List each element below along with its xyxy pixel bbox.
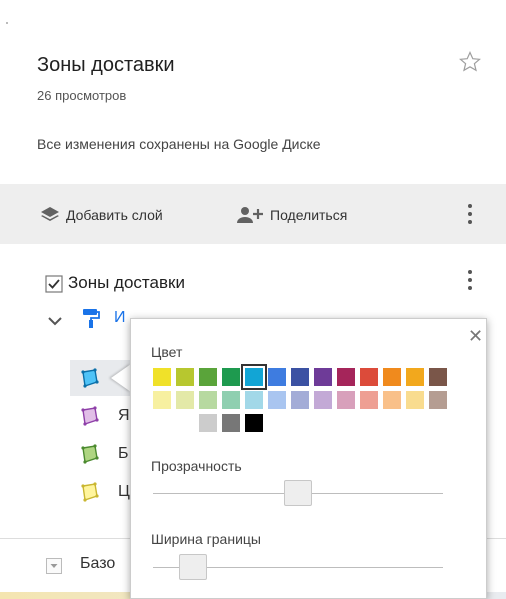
add-person-icon [237,207,263,223]
polygon-icon[interactable] [78,443,100,465]
corner-dot [6,22,8,24]
color-swatch[interactable] [383,391,401,409]
share-button[interactable]: Поделиться [236,204,347,226]
border-width-slider-handle[interactable] [179,554,208,580]
color-swatch[interactable] [176,368,194,386]
color-swatch[interactable] [153,391,171,409]
color-swatch[interactable] [291,391,309,409]
color-swatch[interactable] [337,391,355,409]
feature-label[interactable]: Я [118,407,130,425]
color-swatch[interactable] [153,368,171,386]
layers-icon [41,207,59,221]
save-status: Все изменения сохранены на Google Диске [37,136,321,152]
color-swatch[interactable] [199,368,217,386]
border-width-label: Ширина границы [151,531,261,547]
color-swatch[interactable] [314,368,332,386]
polygon-icon[interactable] [78,481,100,503]
color-swatch[interactable] [383,368,401,386]
color-swatch[interactable] [222,368,240,386]
opacity-label: Прозрачность [151,458,242,474]
color-swatch[interactable] [241,364,267,390]
popup-pointer [111,364,131,392]
map-title[interactable]: Зоны доставки [37,54,175,77]
layer-options-icon[interactable] [465,268,475,296]
paint-roller-icon[interactable] [82,307,100,329]
add-layer-label: Добавить слой [66,207,163,223]
map-options-icon[interactable] [465,202,475,230]
color-swatch[interactable] [291,368,309,386]
polygon-icon[interactable] [78,367,100,389]
color-swatch[interactable] [222,391,240,409]
color-swatch[interactable] [199,414,217,432]
feature-label[interactable]: Ц [118,483,130,501]
layer-visibility-checkbox[interactable] [45,275,63,293]
add-layer-button[interactable]: Добавить слой [40,204,163,226]
opacity-slider-handle[interactable] [284,480,312,506]
layer-name[interactable]: Зоны доставки [68,273,185,293]
color-swatch[interactable] [268,368,286,386]
color-palette [153,364,453,438]
feature-label[interactable]: Б [118,445,129,463]
star-icon[interactable] [458,50,482,74]
color-swatch[interactable] [406,368,424,386]
color-swatch[interactable] [268,391,286,409]
color-swatch[interactable] [245,414,263,432]
style-link[interactable]: И [114,309,126,327]
color-swatch[interactable] [360,391,378,409]
color-swatch[interactable] [360,368,378,386]
color-label: Цвет [151,344,183,360]
style-popup: ✕ Цвет Прозрачность Ширина границы [130,318,487,599]
color-swatch[interactable] [222,414,240,432]
polygon-icon[interactable] [78,405,100,427]
color-swatch[interactable] [429,391,447,409]
share-label: Поделиться [270,207,348,223]
color-swatch[interactable] [199,391,217,409]
layer-toolbar: Добавить слой Поделиться [0,184,506,244]
base-map-label[interactable]: Базо [80,555,115,573]
triangle-down-icon [50,564,58,568]
chevron-down-icon[interactable] [47,314,63,328]
color-swatch[interactable] [314,391,332,409]
base-map-toggle[interactable] [46,558,62,574]
color-swatch[interactable] [337,368,355,386]
view-count: 26 просмотров [37,88,127,103]
color-swatch[interactable] [406,391,424,409]
color-swatch[interactable] [176,391,194,409]
color-swatch[interactable] [245,391,263,409]
color-swatch[interactable] [429,368,447,386]
close-icon[interactable]: ✕ [468,327,483,345]
